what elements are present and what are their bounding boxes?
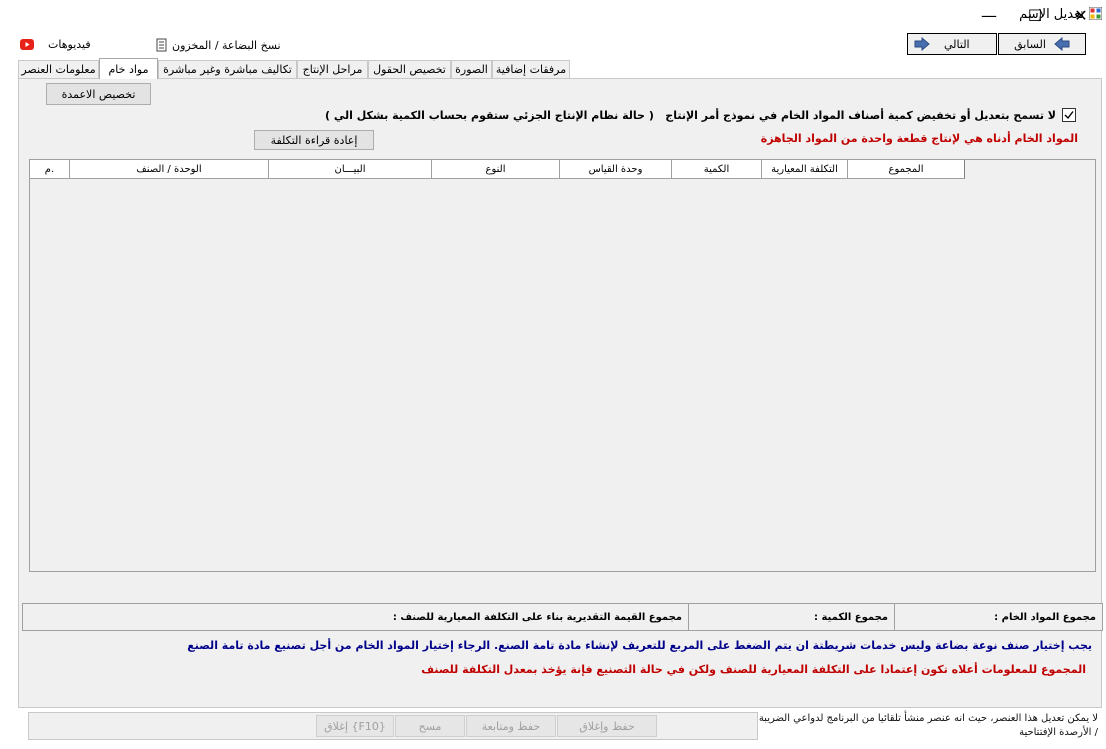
blue-instruction-message: يجب إختيار صنف نوعة بضاعة وليس خدمات شري… bbox=[187, 639, 1092, 652]
youtube-icon bbox=[20, 39, 34, 50]
raw-total-label: مجموع المواد الخام : bbox=[994, 611, 1096, 623]
estimated-value-box: مجموع القيمة التقديرية بناء على التكلفة … bbox=[22, 603, 688, 631]
copy-document-icon bbox=[156, 38, 167, 52]
estimated-value-label: مجموع القيمة التقديرية بناء على التكلفة … bbox=[392, 611, 682, 623]
qty-total-box: مجموع الكمية : bbox=[688, 603, 894, 631]
tab-image[interactable]: الصورة bbox=[451, 60, 492, 78]
clear-button[interactable]: مسح bbox=[395, 715, 465, 737]
close-button[interactable]: إغلاق {F10} bbox=[316, 715, 394, 737]
close-window-button[interactable]: ✕ bbox=[1058, 0, 1104, 30]
next-button[interactable]: التالي bbox=[907, 33, 997, 55]
column-header-quantity[interactable]: الكمية bbox=[672, 160, 762, 179]
column-header-description[interactable]: البيـــان bbox=[269, 160, 432, 179]
no-edit-checkbox[interactable] bbox=[1062, 108, 1076, 122]
tab-costs[interactable]: تكاليف مباشرة وغير مباشرة bbox=[158, 60, 297, 78]
no-edit-checkbox-label: لا تسمح بتعديل أو تخفيض كمية أصناف الموا… bbox=[665, 108, 1056, 122]
footer-note: لا يمكن تعديل هذا العنصر، حيث انه عنصر م… bbox=[758, 713, 1098, 738]
raw-total-box: مجموع المواد الخام : bbox=[894, 603, 1103, 631]
column-header-unit-item[interactable]: الوحدة / الصنف bbox=[70, 160, 269, 179]
no-edit-checkbox-row[interactable]: لا تسمح بتعديل أو تخفيض كمية أصناف الموا… bbox=[665, 108, 1076, 122]
red-cost-message: المجموع للمعلومات أعلاه تكون إعتمادا على… bbox=[421, 663, 1086, 676]
column-header-type[interactable]: النوع bbox=[432, 160, 560, 179]
column-header-unit-measure[interactable]: وحدة القياس bbox=[560, 160, 672, 179]
column-header-standard-cost[interactable]: التكلفة المعيارية bbox=[762, 160, 848, 179]
tab-custom-fields[interactable]: تخصيص الحقول bbox=[368, 60, 451, 78]
customize-columns-button[interactable]: تخصيص الاعمدة bbox=[46, 83, 151, 105]
tab-attachments[interactable]: مرفقات إضافية bbox=[492, 60, 570, 78]
column-header-total[interactable]: المجموع bbox=[848, 160, 965, 179]
title-bar: تعديل الإسم — ☐ ✕ bbox=[0, 0, 1106, 30]
checkmark-icon bbox=[1064, 111, 1074, 120]
tab-raw-materials[interactable]: مواد خام bbox=[99, 58, 158, 79]
next-label: التالي bbox=[944, 37, 970, 51]
prev-label: السابق bbox=[1014, 37, 1046, 51]
column-header-no[interactable]: م. bbox=[30, 160, 70, 179]
copy-item-link[interactable]: نسخ البضاعة / المخزون bbox=[156, 38, 281, 52]
partial-production-note: ( حالة نظام الإنتاج الجزئي ستقوم بحساب ا… bbox=[325, 109, 654, 122]
tab-production-stages[interactable]: مراحل الإنتاج bbox=[297, 60, 368, 78]
recalculate-cost-button[interactable]: إعادة قراءة التكلفة bbox=[254, 130, 374, 150]
raw-materials-grid[interactable] bbox=[29, 159, 1096, 572]
tab-strip: معلومات العنصر مواد خام تكاليف مباشرة وغ… bbox=[18, 58, 570, 79]
qty-total-label: مجموع الكمية : bbox=[813, 611, 888, 623]
maximize-button[interactable]: ☐ bbox=[1012, 0, 1058, 30]
minimize-button[interactable]: — bbox=[966, 0, 1012, 30]
previous-button[interactable]: السابق bbox=[998, 33, 1086, 55]
arrow-right-icon bbox=[914, 37, 930, 51]
videos-label: فيديوهات bbox=[48, 38, 91, 51]
videos-link[interactable]: فيديوهات bbox=[20, 38, 91, 51]
raw-materials-red-note: المواد الخام أدناه هي لإنتاج قطعة واحدة … bbox=[760, 132, 1078, 145]
arrow-left-icon bbox=[1054, 37, 1070, 51]
copy-item-label: نسخ البضاعة / المخزون bbox=[172, 38, 281, 52]
tab-item-info[interactable]: معلومات العنصر bbox=[18, 60, 99, 78]
save-continue-button[interactable]: حفظ ومتابعة bbox=[466, 715, 556, 737]
save-close-button[interactable]: حفظ وإغلاق bbox=[557, 715, 657, 737]
